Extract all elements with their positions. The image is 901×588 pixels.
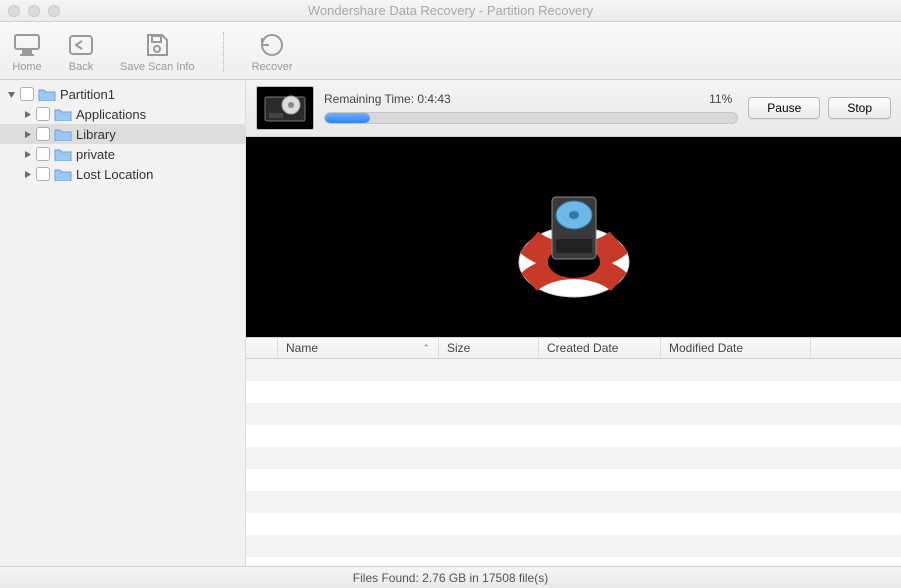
table-row: [246, 425, 901, 447]
file-table-body[interactable]: [246, 359, 901, 566]
lifesaver-drive-icon: [504, 167, 644, 307]
save-scan-button[interactable]: Save Scan Info: [120, 31, 195, 73]
table-row: [246, 513, 901, 535]
tree-label: Lost Location: [76, 167, 153, 182]
tree-item-applications[interactable]: Applications: [0, 104, 245, 124]
titlebar: Wondershare Data Recovery - Partition Re…: [0, 0, 901, 22]
back-icon: [66, 31, 96, 59]
back-label: Back: [69, 61, 93, 73]
table-row: [246, 535, 901, 557]
close-window-button[interactable]: [8, 5, 20, 17]
tree-item-library[interactable]: Library: [0, 124, 245, 144]
folder-icon: [54, 167, 72, 181]
column-name[interactable]: Name ⌃: [278, 338, 439, 358]
tree-item-lost-location[interactable]: Lost Location: [0, 164, 245, 184]
minimize-window-button[interactable]: [28, 5, 40, 17]
tree-label: Partition1: [60, 87, 115, 102]
tree-label: private: [76, 147, 115, 162]
checkbox[interactable]: [36, 147, 50, 161]
pause-button[interactable]: Pause: [748, 97, 820, 119]
back-button[interactable]: Back: [66, 31, 96, 73]
column-checkbox[interactable]: [246, 338, 278, 358]
folder-icon: [54, 147, 72, 161]
checkbox[interactable]: [36, 167, 50, 181]
table-row: [246, 491, 901, 513]
table-row: [246, 359, 901, 381]
column-created-date[interactable]: Created Date: [539, 338, 661, 358]
save-scan-label: Save Scan Info: [120, 61, 195, 73]
scan-progress-panel: Remaining Time: 0:4:43 11% Pause Stop: [246, 80, 901, 137]
sidebar-tree[interactable]: Partition1 Applications Library: [0, 80, 246, 566]
monitor-icon: [12, 31, 42, 59]
table-row: [246, 403, 901, 425]
column-size-label: Size: [447, 341, 470, 355]
folder-icon: [54, 127, 72, 141]
remaining-time-label: Remaining Time: 0:4:43: [324, 92, 451, 106]
column-spacer: [811, 338, 901, 358]
recover-label: Recover: [252, 61, 293, 73]
checkbox[interactable]: [20, 87, 34, 101]
table-row: [246, 381, 901, 403]
progress-bar: [324, 112, 738, 124]
recover-button[interactable]: Recover: [252, 31, 293, 73]
checkbox[interactable]: [36, 127, 50, 141]
checkbox[interactable]: [36, 107, 50, 121]
home-label: Home: [12, 61, 41, 73]
zoom-window-button[interactable]: [48, 5, 60, 17]
floppy-icon: [142, 31, 172, 59]
column-name-label: Name: [286, 341, 318, 355]
tree-label: Library: [76, 127, 116, 142]
progress-percent: 11%: [709, 92, 732, 106]
status-text: Files Found: 2.76 GB in 17508 file(s): [353, 571, 548, 585]
traffic-lights: [0, 5, 60, 17]
chevron-right-icon[interactable]: [22, 129, 32, 139]
drive-thumbnail: [256, 86, 314, 130]
recover-icon: [257, 31, 287, 59]
file-table-header: Name ⌃ Size Created Date Modified Date: [246, 337, 901, 359]
tree-root-partition1[interactable]: Partition1: [0, 84, 245, 104]
toolbar: Home Back Save Scan Info Recover: [0, 22, 901, 80]
chevron-right-icon[interactable]: [22, 149, 32, 159]
progress-fill: [325, 113, 370, 123]
sort-ascending-icon: ⌃: [422, 343, 430, 354]
window-title: Wondershare Data Recovery - Partition Re…: [0, 3, 901, 18]
column-modified-label: Modified Date: [669, 341, 743, 355]
home-button[interactable]: Home: [12, 31, 42, 73]
folder-icon: [38, 87, 56, 101]
column-size[interactable]: Size: [439, 338, 539, 358]
toolbar-separator: [223, 32, 224, 72]
column-modified-date[interactable]: Modified Date: [661, 338, 811, 358]
stop-button[interactable]: Stop: [828, 97, 891, 119]
tree-item-private[interactable]: private: [0, 144, 245, 164]
column-created-label: Created Date: [547, 341, 618, 355]
table-row: [246, 447, 901, 469]
folder-icon: [54, 107, 72, 121]
chevron-right-icon[interactable]: [22, 109, 32, 119]
chevron-down-icon[interactable]: [6, 89, 16, 99]
status-bar: Files Found: 2.76 GB in 17508 file(s): [0, 566, 901, 588]
preview-panel: [246, 137, 901, 337]
table-row: [246, 469, 901, 491]
chevron-right-icon[interactable]: [22, 169, 32, 179]
tree-label: Applications: [76, 107, 146, 122]
